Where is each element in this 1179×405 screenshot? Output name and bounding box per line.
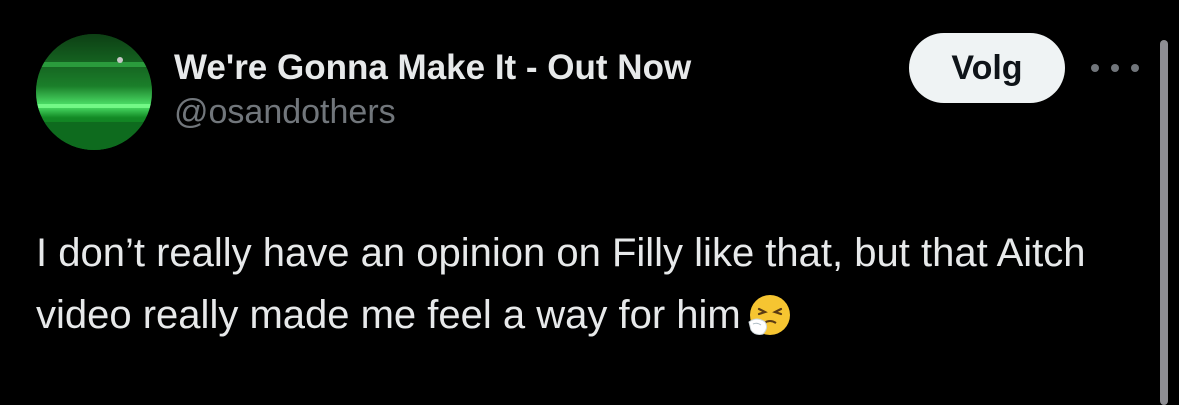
sneezing-face-emoji-icon [747,292,793,356]
tweet-text-container: I don’t really have an opinion on Filly … [36,222,1146,356]
author-handle[interactable]: @osandothers [174,90,874,134]
more-horizontal-icon-dot [1131,64,1139,72]
avatar[interactable] [36,34,152,150]
tweet-text: I don’t really have an opinion on Filly … [36,231,1097,337]
follow-button[interactable]: Volg [909,33,1065,103]
author-info: We're Gonna Make It - Out Now @osandothe… [174,46,874,134]
avatar-image [36,34,152,150]
scrollbar[interactable] [1160,40,1168,405]
tweet-card: We're Gonna Make It - Out Now @osandothe… [0,0,1179,405]
more-horizontal-icon-dot [1111,64,1119,72]
author-display-name[interactable]: We're Gonna Make It - Out Now [174,46,874,90]
more-options-button[interactable] [1091,54,1139,82]
more-horizontal-icon [1091,64,1099,72]
